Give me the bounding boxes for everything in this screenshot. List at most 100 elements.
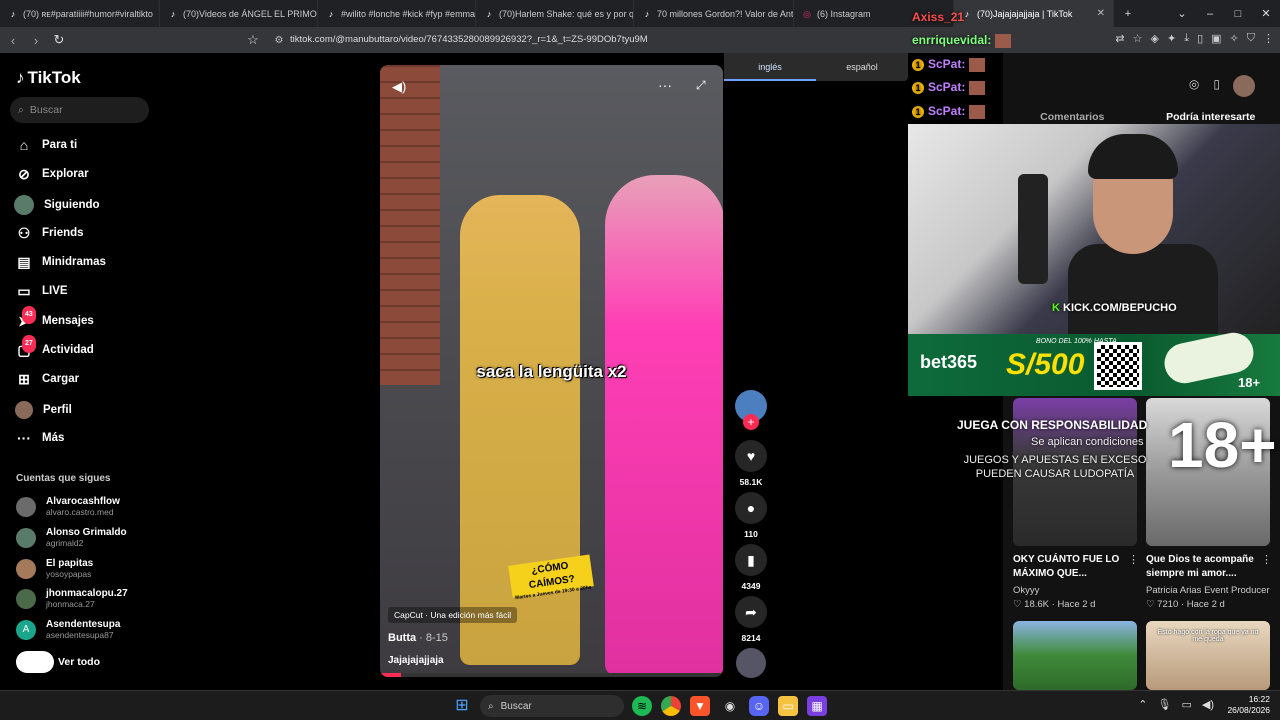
site-info-icon[interactable]: ⚙: [269, 35, 289, 46]
brave-icon[interactable]: ▼: [690, 696, 710, 716]
nav-actividad[interactable]: ▢27Actividad: [16, 335, 94, 358]
browser-tab[interactable]: ♪ #wilito #lonche #kick #fyp #emmac: [318, 0, 476, 27]
video-progress-bar[interactable]: [380, 673, 723, 677]
app-grid-icon[interactable]: ▦: [807, 696, 827, 716]
nav-mensajes[interactable]: ➤43Mensajes: [16, 306, 94, 329]
following-account[interactable]: jhonmacalopu.27 jhonmaca.27: [16, 588, 128, 609]
music-disc[interactable]: [736, 648, 766, 678]
tab-search-icon[interactable]: ⌄: [1168, 7, 1196, 20]
video-card[interactable]: Esto hago con la ropa que ya no me queda: [1146, 621, 1270, 690]
vpn-icon[interactable]: ⛉: [1247, 32, 1255, 45]
lang-option-from[interactable]: inglés: [724, 53, 816, 81]
video-player[interactable]: ◀) ··· ⤢ saca la lengüita x2 ¿CÓMO CAÍMO…: [380, 65, 723, 677]
mic-icon[interactable]: 🎙: [1158, 698, 1172, 711]
monitor-icon[interactable]: ▭: [1181, 698, 1191, 711]
responsible-gaming-text: JUEGA CON RESPONSABILIDAD: [957, 418, 1148, 432]
shield-icon[interactable]: ◈: [1151, 32, 1159, 45]
obs-icon[interactable]: ◉: [720, 696, 740, 716]
windows-start-icon[interactable]: ⊞: [452, 696, 472, 716]
card-more-icon[interactable]: ⋮: [1261, 553, 1272, 566]
upload-icon: ⊞: [18, 371, 30, 387]
card-author[interactable]: Okyyy: [1013, 585, 1039, 596]
lang-option-to[interactable]: español: [816, 53, 908, 81]
nav-perfil[interactable]: Perfil: [15, 401, 72, 419]
file-explorer-icon[interactable]: ▭: [778, 696, 798, 716]
card-author[interactable]: Patricia Arias Event Producer: [1146, 585, 1270, 596]
follow-plus-icon[interactable]: +: [743, 414, 759, 430]
nav-live[interactable]: ▭ LIVE: [16, 283, 67, 299]
comment-button[interactable]: ● 110: [734, 492, 768, 539]
wallet-icon[interactable]: ▣: [1211, 32, 1221, 45]
emote-icon: [969, 104, 986, 119]
search-input[interactable]: ⌕ Buscar: [10, 97, 149, 123]
card-title[interactable]: OKY CUÁNTO FUE LO MÁXIMO QUE...: [1013, 553, 1131, 581]
close-window-icon[interactable]: ✕: [1252, 7, 1280, 20]
translate-icon[interactable]: ⇄: [1115, 32, 1124, 45]
gambling-warning-text: JUEGOS Y APUESTAS EN EXCESO PUEDEN CAUSA…: [963, 454, 1147, 480]
save-button[interactable]: ▮ 4349: [734, 544, 768, 591]
floating-widget[interactable]: [16, 651, 54, 673]
nav-cargar[interactable]: ⊞ Cargar: [16, 371, 79, 387]
system-clock[interactable]: 16:22 26/08/2026: [1227, 694, 1270, 716]
emote-icon: [969, 57, 986, 72]
tab-comentarios[interactable]: Comentarios: [1003, 111, 1142, 123]
close-tab-icon[interactable]: ✕: [1091, 8, 1105, 19]
share-button[interactable]: ➦ 8214: [734, 596, 768, 643]
menu-icon[interactable]: ⋮: [1263, 32, 1274, 45]
tiktok-icon: ♪: [10, 8, 16, 19]
sidebar-icon[interactable]: ▯: [1197, 32, 1203, 45]
nav-mas[interactable]: ··· Más: [16, 430, 64, 446]
instagram-icon: ◎: [803, 8, 811, 19]
minimize-icon[interactable]: –: [1196, 8, 1224, 20]
tiktok-sidebar: ♪ TikTok ⌕ Buscar ⌂ Para ti ⊘ Explorar Sigui…: [0, 53, 166, 690]
nav-minidramas[interactable]: ▤ Minidramas: [16, 254, 106, 270]
forward-icon[interactable]: ›: [26, 33, 46, 48]
following-account[interactable]: El papitas yosoypapas: [16, 558, 93, 579]
like-button[interactable]: ♥ 58.1K: [734, 440, 768, 487]
tab-podria-interesarte[interactable]: Podría interesarte: [1142, 111, 1280, 123]
volume-icon[interactable]: ◀): [1202, 698, 1214, 711]
nav-para-ti[interactable]: ⌂ Para ti: [16, 137, 77, 153]
capcut-tag[interactable]: CapCut · Una edición más fácil: [388, 607, 518, 623]
sparkle-icon[interactable]: ✧: [1230, 32, 1239, 45]
nav-siguiendo[interactable]: Siguiendo: [14, 195, 100, 215]
spotify-icon[interactable]: ≋: [632, 696, 652, 716]
avatar: [16, 496, 36, 517]
browser-tab-active[interactable]: ♪ (70)Jajajajajjaja | TikTok ✕: [954, 0, 1114, 27]
puzzle-icon[interactable]: ✦: [1167, 32, 1176, 45]
star-icon[interactable]: ☆: [1133, 32, 1143, 45]
tiktok-logo[interactable]: ♪ TikTok: [16, 68, 81, 88]
video-description: Jajajajajjaja: [388, 655, 444, 666]
browser-tab[interactable]: ♪ (70)Harlem Shake: qué es y por qué: [476, 0, 634, 27]
discord-icon[interactable]: ☺: [749, 696, 769, 716]
taskbar-search[interactable]: ⌕ Buscar: [480, 695, 624, 717]
new-tab-icon[interactable]: +: [1114, 8, 1142, 20]
more-options-icon[interactable]: ···: [658, 77, 672, 93]
maximize-icon[interactable]: □: [1224, 8, 1252, 20]
bookmark-icon[interactable]: ☆: [243, 32, 263, 48]
chevron-up-icon[interactable]: ⌃: [1138, 698, 1147, 711]
reload-icon[interactable]: ↻: [49, 32, 69, 48]
volume-icon[interactable]: ◀): [392, 79, 406, 95]
browser-tab[interactable]: ♪ (70) ʀᴇ#paratiiii#humor#viraltikto: [0, 0, 160, 27]
browser-tab[interactable]: ♪ (70)Videos de ÁNGEL EL PRIMO: [160, 0, 318, 27]
video-card[interactable]: [1013, 621, 1137, 690]
download-icon[interactable]: ⤓: [1184, 32, 1189, 45]
coin-icon[interactable]: ◎: [1189, 77, 1199, 91]
chrome-icon[interactable]: [661, 696, 681, 716]
following-account[interactable]: Alonso Grimaldo agrimald2: [16, 527, 127, 548]
see-all-link[interactable]: Ver todo: [58, 656, 100, 668]
user-avatar[interactable]: [1233, 75, 1255, 97]
url-field[interactable]: tiktok.com/@manubuttaro/video/7674335280…: [290, 34, 648, 45]
nav-friends[interactable]: ⚇ Friends: [16, 225, 84, 241]
card-more-icon[interactable]: ⋮: [1128, 553, 1139, 566]
back-icon[interactable]: ‹: [3, 33, 23, 48]
device-icon[interactable]: ▯: [1213, 77, 1220, 91]
following-account[interactable]: A Asendentesupa asendentesupa87: [16, 619, 120, 640]
card-title[interactable]: Que Dios te acompañe siempre mi amor....: [1146, 553, 1264, 581]
nav-explorar[interactable]: ⊘ Explorar: [16, 166, 89, 182]
fullscreen-icon[interactable]: ⤢: [696, 78, 706, 93]
following-account[interactable]: Alvarocashflow alvaro.castro.med: [16, 496, 120, 517]
browser-tab[interactable]: ♪ 70 millones Gordon?! Valor de Anth: [634, 0, 794, 27]
video-author[interactable]: Butta · 8-15: [388, 632, 448, 644]
